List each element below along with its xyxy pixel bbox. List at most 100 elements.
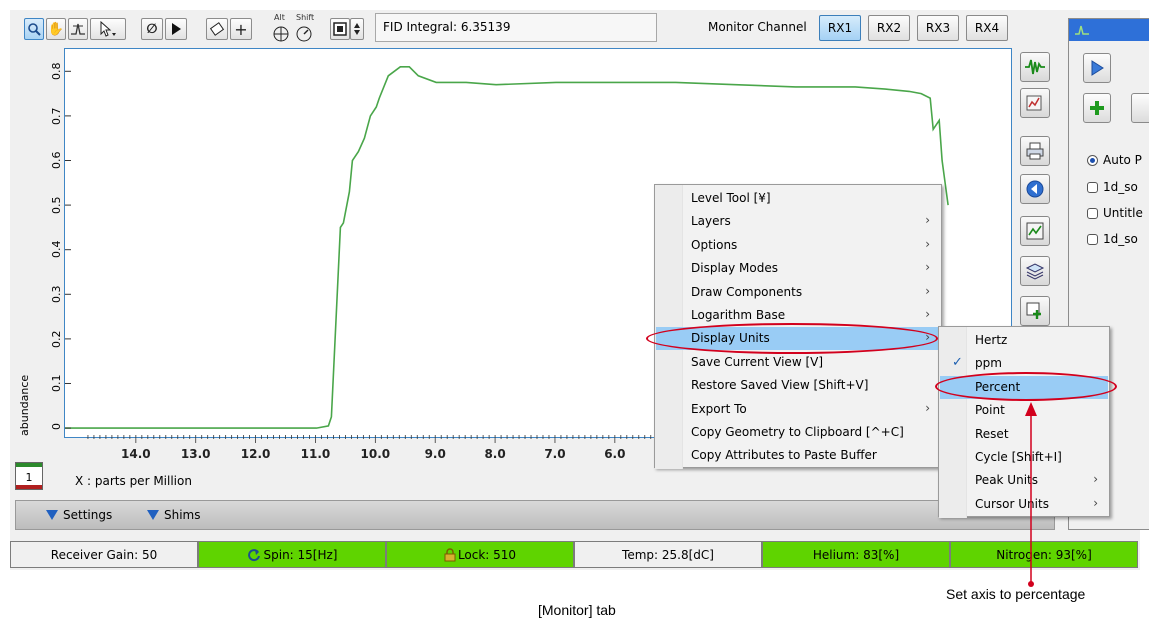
menu-item-label: Options [691,237,738,252]
auto-radio-option[interactable]: Auto P [1087,153,1142,167]
menu-item-save-current-view-v[interactable]: Save Current View [V] [656,351,940,374]
chevron-right-icon: › [1093,495,1098,510]
y-tick-label: 0.2 [50,330,63,348]
phase-tool-button[interactable] [68,18,88,40]
padlock-icon [444,547,456,561]
add-button[interactable] [1083,93,1111,123]
annotation-set-axis-caption: Set axis to percentage [946,586,1086,602]
menu-item-copy-attributes-to-paste-buffer[interactable]: Copy Attributes to Paste Buffer [656,444,940,467]
y-tick-label: 0.3 [50,285,63,304]
list-item[interactable]: 1d_so [1087,232,1138,246]
x-axis-label: X : parts per Million [75,474,192,488]
fit-view-button[interactable] [1020,216,1050,246]
circle-left-icon [1026,180,1044,198]
chevron-right-icon: › [925,400,930,415]
lock-status-text: Lock: 510 [457,547,517,562]
crosshair-circle-icon [273,26,289,42]
channel-number: 1 [25,471,33,484]
y-tick-label: 0.6 [50,151,63,170]
shims-toggle[interactable]: Shims [147,508,201,522]
null-tool-button[interactable]: ∅ [141,18,163,40]
zoom-tool-button[interactable] [24,18,44,40]
spectrum-export-button[interactable] [1020,88,1050,118]
fit-view-icon [1026,222,1044,240]
channel-indicator-bottom-bar [16,485,42,489]
menu-item-level-tool[interactable]: Level Tool [¥] [656,187,940,210]
x-tick-label: 7.0 [544,447,566,461]
y-tick-label: 0.1 [50,374,63,393]
list-item-label: 1d_so [1103,180,1138,194]
helium-status: Helium: 83[%] [762,541,950,568]
run-button[interactable] [1083,53,1111,83]
panel-extra-button[interactable] [1131,93,1149,123]
select-tool-button[interactable] [165,18,187,40]
y-tick-label: 0.7 [50,107,63,125]
receiver-gain-status: Receiver Gain: 50 [10,541,198,568]
y-axis-label: abundance [18,374,31,436]
menu-item-export-to[interactable]: Export To › [656,398,940,421]
erase-tool-button[interactable] [206,18,228,40]
annotation-arrow [1025,402,1037,587]
menu-item-hertz[interactable]: Hertz [940,329,1108,352]
channel-button-rx1[interactable]: RX1 [819,15,861,41]
hand-icon: ✋ [47,21,65,37]
menu-item-layers[interactable]: Layers › [656,210,940,233]
toolbar: ✋ ∅ + Alt Shift FID Integral: 6.35139 Mo [10,10,1070,48]
menu-item-display-modes[interactable]: Display Modes › [656,257,940,280]
menu-item-label: Layers [691,214,731,229]
print-button[interactable] [1020,136,1050,166]
arrow-cursor-icon [100,21,116,37]
settings-toggle[interactable]: Settings [46,508,112,522]
menu-item-label: Export To [691,401,747,416]
channel-indicator[interactable]: 1 [15,462,43,490]
checkmark-icon: ✓ [952,355,963,371]
list-item-label: 1d_so [1103,232,1138,246]
menu-item-label: Reset [975,426,1009,441]
spinner-button[interactable] [350,18,364,40]
crosshair-tool-button[interactable]: + [230,18,252,40]
menu-item-label: Level Tool [¥] [691,191,771,205]
magnifier-icon [28,23,41,36]
spin-status-text: Spin: 15[Hz] [263,547,338,562]
channel-button-rx3[interactable]: RX3 [917,15,959,41]
alt-modifier-label: Alt [274,13,285,22]
x-tick-label: 10.0 [360,447,391,461]
chevron-right-icon: › [925,260,930,275]
back-button[interactable] [1020,174,1050,204]
list-item[interactable]: Untitle [1087,206,1143,220]
box-tool-button[interactable] [330,18,350,40]
printer-icon [1026,142,1044,160]
nitrogen-status: Nitrogen: 93[%] [950,541,1138,568]
checkbox-icon [1087,233,1098,245]
menu-item-draw-components[interactable]: Draw Components › [656,281,940,304]
channel-button-rx2[interactable]: RX2 [868,15,910,41]
menu-item-label: Save Current View [V] [691,354,824,369]
shift-gauge-button[interactable] [295,25,313,43]
chevron-right-icon: › [925,307,930,321]
waveform-icon [1025,59,1045,75]
temperature-status: Temp: 25.8[dC] [574,541,762,568]
cursor-tool-button[interactable] [90,18,126,40]
layers-button[interactable] [1020,256,1050,286]
chevron-right-icon: › [925,236,930,251]
checkbox-icon [1087,207,1098,219]
shift-modifier-label: Shift [296,13,315,22]
eraser-icon [209,22,225,36]
spin-refresh-icon [247,548,260,561]
menu-item-copy-geometry-to-clipboard-c[interactable]: Copy Geometry to Clipboard [^+C] [656,421,940,444]
spectrum-mini-icon [1075,25,1089,35]
monitor-channel-label: Monitor Channel [708,20,807,34]
peak-pick-icon [71,23,85,35]
menu-item-label: Restore Saved View [Shift+V] [691,378,869,393]
list-item[interactable]: 1d_so [1087,180,1138,194]
menu-item-restore-saved-view-shift-v[interactable]: Restore Saved View [Shift+V] [656,374,940,397]
x-tick-label: 11.0 [300,447,331,461]
alt-crosshair-button[interactable] [272,25,290,43]
pan-tool-button[interactable]: ✋ [46,18,66,40]
channel-button-rx4[interactable]: RX4 [966,15,1008,41]
add-plot-button[interactable] [1020,296,1050,326]
y-tick-label: 0.8 [50,62,63,81]
menu-item-options[interactable]: Options › [656,234,940,257]
chart-export-icon [1026,95,1042,111]
signal-view-button[interactable] [1020,52,1050,82]
